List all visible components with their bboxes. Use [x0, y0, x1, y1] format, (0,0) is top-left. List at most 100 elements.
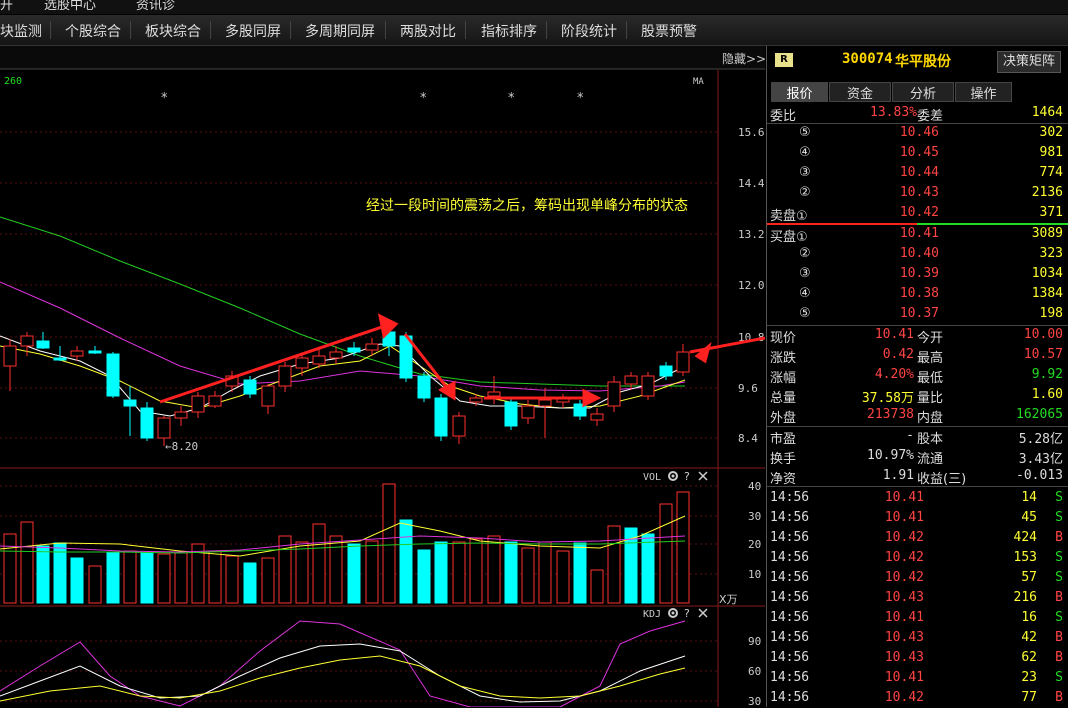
candle[interactable]: [208, 395, 222, 407]
candle[interactable]: [452, 415, 466, 437]
volume-bar[interactable]: [123, 550, 137, 604]
candle[interactable]: [261, 385, 275, 407]
volume-bar[interactable]: [538, 541, 552, 604]
candle[interactable]: [191, 395, 205, 413]
buy-level-row[interactable]: ③ 10.39 1034: [767, 264, 1068, 284]
volume-bar[interactable]: [417, 549, 431, 604]
sell-level-row[interactable]: 卖盘① 10.42 371: [767, 203, 1068, 224]
candle[interactable]: [624, 375, 638, 385]
volume-bar[interactable]: [504, 541, 518, 604]
candle[interactable]: [521, 405, 535, 419]
volume-bar[interactable]: [157, 553, 171, 604]
volume-bar[interactable]: [521, 547, 535, 604]
volume-bar[interactable]: [295, 541, 309, 604]
volume-bar[interactable]: [347, 543, 361, 604]
buy-level-row[interactable]: ⑤ 10.37 198: [767, 304, 1068, 324]
tab-block-monitor[interactable]: 块监测: [0, 21, 42, 41]
kline-chart[interactable]: 隐藏>> 260 MA * * * * 15.614.413.212.010.8…: [0, 46, 765, 707]
close-icon[interactable]: [698, 471, 708, 481]
volume-bar[interactable]: [20, 521, 34, 604]
decision-matrix-button[interactable]: 决策矩阵: [997, 51, 1061, 73]
candle[interactable]: [607, 381, 621, 407]
candle[interactable]: [243, 379, 257, 395]
candle[interactable]: [53, 357, 67, 361]
hide-button[interactable]: 隐藏>>: [722, 52, 765, 66]
volume-bar[interactable]: [243, 562, 257, 604]
candle[interactable]: [538, 399, 552, 407]
candle[interactable]: [659, 365, 673, 377]
kline-chart-area[interactable]: 隐藏>> 260 MA * * * * 15.6 14.4 13.2 12.0 10.8…: [0, 46, 765, 707]
volume-bar[interactable]: [590, 569, 604, 604]
candle[interactable]: [590, 413, 604, 421]
volume-bar[interactable]: [556, 550, 570, 604]
candle[interactable]: [347, 347, 361, 353]
tab-indicator-sort[interactable]: 指标排序: [481, 21, 537, 41]
candle[interactable]: [487, 391, 501, 397]
tab-quote[interactable]: 报价: [771, 82, 828, 102]
volume-bar[interactable]: [174, 552, 188, 604]
sell-level-row[interactable]: ② 10.43 2136: [767, 183, 1068, 203]
volume-bar[interactable]: [641, 533, 655, 604]
candle[interactable]: [3, 345, 17, 367]
event-star-marker[interactable]: *: [161, 91, 168, 106]
volume-bar[interactable]: [140, 552, 154, 604]
candle[interactable]: [157, 417, 171, 439]
volume-bar[interactable]: [452, 541, 466, 604]
volume-bar[interactable]: [88, 565, 102, 604]
volume-bar[interactable]: [434, 541, 448, 604]
buy-level-row[interactable]: 买盘① 10.41 3089: [767, 224, 1068, 245]
volume-bar[interactable]: [659, 503, 673, 604]
volume-bar[interactable]: [487, 535, 501, 604]
volume-bar[interactable]: [225, 555, 239, 604]
candle[interactable]: [36, 340, 50, 349]
candle[interactable]: [278, 365, 292, 387]
volume-bar[interactable]: [329, 535, 343, 604]
tab-multi-stock[interactable]: 多股同屏: [225, 21, 281, 41]
tab-stage-stats[interactable]: 阶段统计: [561, 21, 617, 41]
candle[interactable]: [365, 343, 379, 351]
volume-bar[interactable]: [607, 525, 621, 604]
candle[interactable]: [140, 407, 154, 439]
sell-level-row[interactable]: ④ 10.45 981: [767, 143, 1068, 163]
buy-level-row[interactable]: ② 10.40 323: [767, 244, 1068, 264]
volume-bar[interactable]: [106, 551, 120, 604]
volume-bar[interactable]: [3, 533, 17, 604]
tab-compare[interactable]: 两股对比: [400, 21, 456, 41]
candle[interactable]: [106, 353, 120, 397]
buy-level-row[interactable]: ④ 10.38 1384: [767, 284, 1068, 304]
tab-stock-alert[interactable]: 股票预警: [641, 21, 697, 41]
volume-bar[interactable]: [208, 550, 222, 604]
volume-bar[interactable]: [261, 557, 275, 604]
close-icon[interactable]: [698, 608, 708, 618]
candle[interactable]: [434, 397, 448, 437]
candle[interactable]: [174, 411, 188, 419]
tab-operate[interactable]: 操作: [955, 82, 1012, 102]
volume-bar[interactable]: [469, 538, 483, 604]
tab-multi-period[interactable]: 多周期同屏: [305, 21, 375, 41]
volume-bar[interactable]: [70, 557, 84, 604]
candle[interactable]: [312, 355, 326, 365]
candle[interactable]: [329, 351, 343, 359]
gear-icon[interactable]: [668, 608, 678, 618]
menu-item[interactable]: 资讯诊: [136, 0, 175, 13]
candle[interactable]: [417, 375, 431, 399]
sell-level-row[interactable]: ⑤ 10.46 302: [767, 123, 1068, 143]
menu-item[interactable]: 选股中心: [44, 0, 96, 13]
tab-stock-overview[interactable]: 个股综合: [65, 21, 121, 41]
candle[interactable]: [295, 357, 309, 369]
tab-funds[interactable]: 资金: [829, 82, 891, 102]
candle[interactable]: [504, 401, 518, 427]
candle[interactable]: [88, 350, 102, 354]
candle[interactable]: [20, 335, 34, 347]
volume-bar[interactable]: [382, 483, 396, 604]
tab-sector-overview[interactable]: 板块综合: [145, 21, 201, 41]
candle[interactable]: [70, 350, 84, 357]
volume-bar[interactable]: [36, 545, 50, 604]
volume-bar[interactable]: [676, 491, 690, 604]
sell-level-row[interactable]: ③ 10.44 774: [767, 163, 1068, 183]
menu-item[interactable]: 开: [0, 0, 13, 13]
gear-icon[interactable]: [668, 471, 678, 481]
event-star-marker[interactable]: *: [420, 91, 427, 106]
event-star-marker[interactable]: *: [508, 91, 515, 106]
candle[interactable]: [676, 351, 690, 373]
